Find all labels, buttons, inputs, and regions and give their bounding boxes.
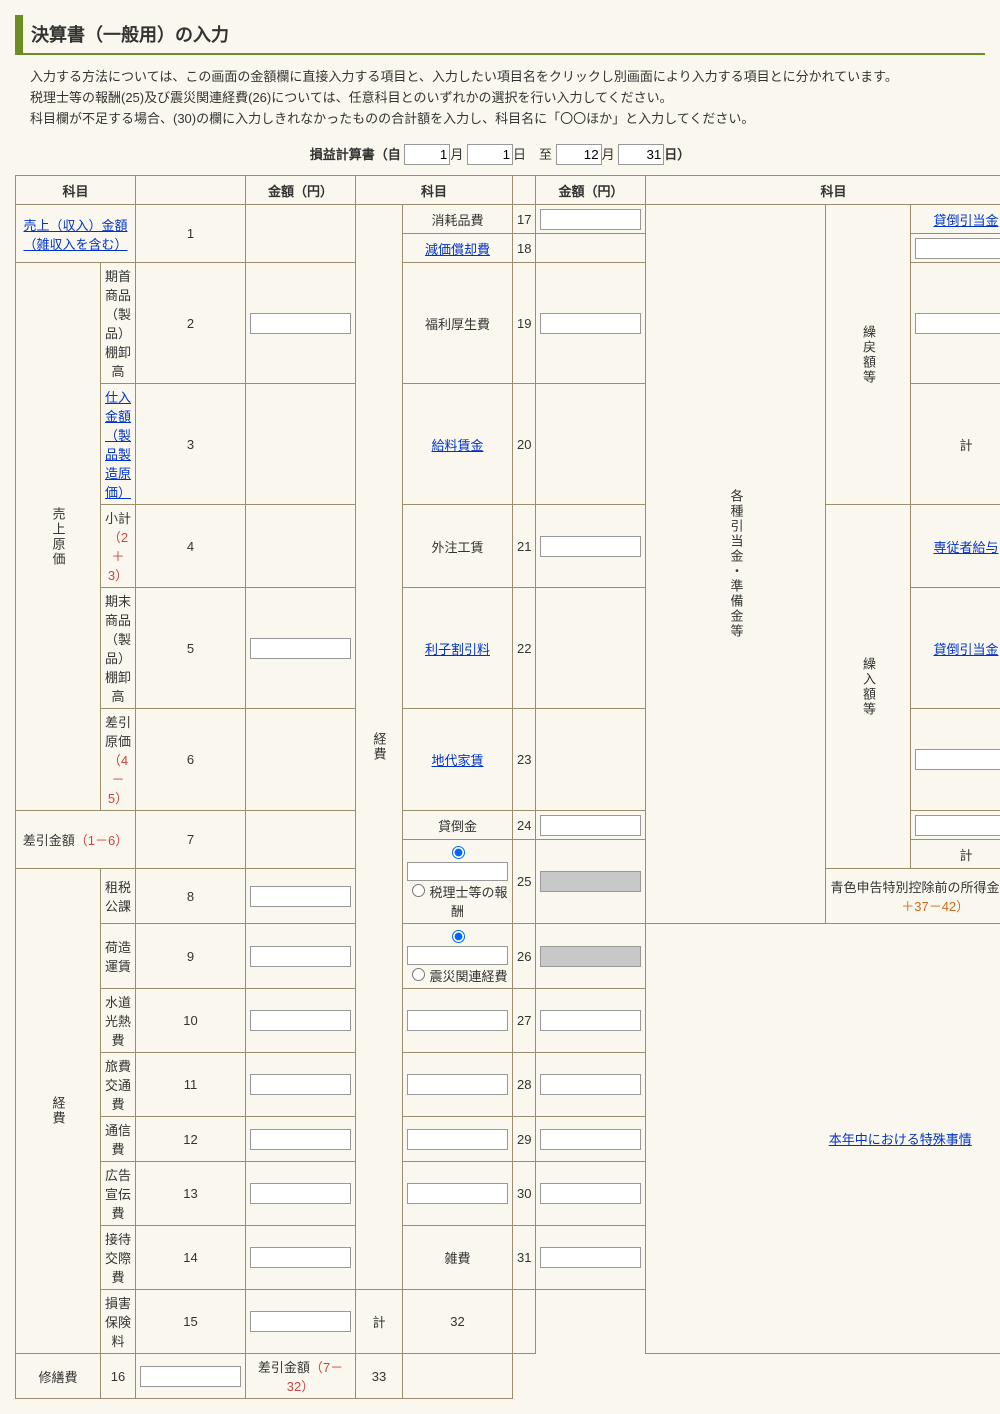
subj-19: 福利厚生費 bbox=[403, 263, 513, 384]
link-special[interactable]: 本年中における特殊事情 bbox=[829, 1132, 972, 1147]
link-kashidaore-34[interactable]: 貸倒引当金 bbox=[933, 213, 998, 228]
radio-25-blank[interactable] bbox=[452, 846, 465, 859]
subject-30[interactable] bbox=[407, 1183, 508, 1204]
amount-15[interactable] bbox=[250, 1311, 351, 1332]
subj-14: 接待交際費 bbox=[101, 1226, 136, 1290]
amount-16[interactable] bbox=[140, 1366, 241, 1387]
subj-21: 外注工賃 bbox=[403, 505, 513, 588]
header-amount: 金額（円） bbox=[536, 176, 646, 205]
vert-keihi: 経費 bbox=[16, 869, 101, 1354]
period-day-from[interactable] bbox=[467, 144, 513, 165]
link-kyuryo[interactable]: 給料賃金 bbox=[431, 438, 483, 453]
subject-27[interactable] bbox=[407, 1010, 508, 1031]
amount-31[interactable] bbox=[540, 1247, 641, 1268]
vert-kurimodoshi: 繰戻額等 bbox=[826, 205, 911, 505]
amount-10[interactable] bbox=[250, 1010, 351, 1031]
vert-kurinyu: 繰入額等 bbox=[826, 505, 911, 869]
amount-11[interactable] bbox=[250, 1074, 351, 1095]
subject-36[interactable] bbox=[915, 313, 1000, 334]
radio-25-zeirishi[interactable] bbox=[412, 884, 425, 897]
subj-2: 期首商品（製品）棚卸高 bbox=[101, 263, 136, 384]
subj-31: 雑費 bbox=[403, 1226, 513, 1290]
subj-42: 計 bbox=[911, 840, 1000, 869]
subj-13: 広告宣伝費 bbox=[101, 1162, 136, 1226]
amount-2[interactable] bbox=[250, 313, 351, 334]
amount-17[interactable] bbox=[540, 209, 641, 230]
period-day-to[interactable] bbox=[618, 144, 664, 165]
link-sales[interactable]: 売上（収入）金額（雑収入を含む） bbox=[23, 218, 127, 252]
amount-21[interactable] bbox=[540, 536, 641, 557]
page-title: 決算書（一般用）の入力 bbox=[15, 15, 985, 55]
subj-10: 水道光熱費 bbox=[101, 989, 136, 1053]
subject-35[interactable] bbox=[915, 238, 1000, 259]
subject-28[interactable] bbox=[407, 1074, 508, 1095]
amount-25 bbox=[540, 871, 641, 892]
subj-12: 通信費 bbox=[101, 1117, 136, 1162]
link-shiire[interactable]: 仕入金額（製品製造原価） bbox=[105, 390, 131, 500]
subject-29[interactable] bbox=[407, 1129, 508, 1150]
amount-13[interactable] bbox=[250, 1183, 351, 1204]
subj-9: 荷造運賃 bbox=[101, 924, 136, 989]
profit-loss-table: 科目 金額（円） 科目 金額（円） 科目 金額（円） 売上（収入）金額（雑収入を… bbox=[15, 175, 1000, 1399]
header-amount: 金額（円） bbox=[246, 176, 356, 205]
amount-29[interactable] bbox=[540, 1129, 641, 1150]
subject-26-custom[interactable] bbox=[407, 946, 508, 965]
period-month-from[interactable] bbox=[404, 144, 450, 165]
header-subject: 科目 bbox=[356, 176, 513, 205]
instructions-block: 入力する方法については、この画面の金額欄に直接入力する項目と、入力したい項目名を… bbox=[30, 67, 970, 129]
amount-28[interactable] bbox=[540, 1074, 641, 1095]
amount-12[interactable] bbox=[250, 1129, 351, 1150]
amount-8[interactable] bbox=[250, 886, 351, 907]
link-chidai[interactable]: 地代家賃 bbox=[431, 753, 483, 768]
instruction-line: 科目欄が不足する場合、(30)の欄に入力しきれなかったものの合計額を入力し、科目… bbox=[30, 109, 970, 130]
subj-5: 期末商品（製品）棚卸高 bbox=[101, 588, 136, 709]
period-row: 損益計算書（自 月 日 至 月 日） bbox=[15, 144, 985, 165]
subj-24: 貸倒金 bbox=[403, 811, 513, 840]
subj-8: 租税公課 bbox=[101, 869, 136, 924]
link-kashidaore-39[interactable]: 貸倒引当金 bbox=[933, 642, 998, 657]
instruction-line: 入力する方法については、この画面の金額欄に直接入力する項目と、入力したい項目名を… bbox=[30, 67, 970, 88]
header-subject: 科目 bbox=[16, 176, 136, 205]
link-rishi[interactable]: 利子割引料 bbox=[425, 642, 490, 657]
subject-41[interactable] bbox=[915, 815, 1000, 836]
instruction-line: 税理士等の報酬(25)及び震災関連経費(26)については、任意科目とのいずれかの… bbox=[30, 88, 970, 109]
vert-urigen: 売上原価 bbox=[16, 263, 101, 811]
link-depreciation[interactable]: 減価償却費 bbox=[425, 242, 490, 257]
amount-30[interactable] bbox=[540, 1183, 641, 1204]
vert-keihi: 経費 bbox=[356, 205, 403, 1290]
amount-26 bbox=[540, 946, 641, 967]
subj-11: 旅費交通費 bbox=[101, 1053, 136, 1117]
amount-27[interactable] bbox=[540, 1010, 641, 1031]
radio-26-blank[interactable] bbox=[452, 930, 465, 943]
amount-19[interactable] bbox=[540, 313, 641, 334]
link-senju[interactable]: 専従者給与 bbox=[933, 540, 998, 555]
amount-24[interactable] bbox=[540, 815, 641, 836]
amount-9[interactable] bbox=[250, 946, 351, 967]
subj-37: 計 bbox=[911, 384, 1000, 505]
amount-14[interactable] bbox=[250, 1247, 351, 1268]
radio-26-shinsai[interactable] bbox=[412, 968, 425, 981]
subj-15: 損害保険料 bbox=[101, 1290, 136, 1354]
subj-32: 計 bbox=[356, 1290, 403, 1354]
period-month-to[interactable] bbox=[556, 144, 602, 165]
subject-40[interactable] bbox=[915, 749, 1000, 770]
subject-25-custom[interactable] bbox=[407, 862, 508, 881]
vert-kakushu: 各種引当金・準備金等 bbox=[646, 205, 826, 924]
amount-5[interactable] bbox=[250, 638, 351, 659]
header-subject: 科目 bbox=[646, 176, 1000, 205]
subj-17: 消耗品費 bbox=[403, 205, 513, 234]
subj-16: 修繕費 bbox=[16, 1354, 101, 1399]
